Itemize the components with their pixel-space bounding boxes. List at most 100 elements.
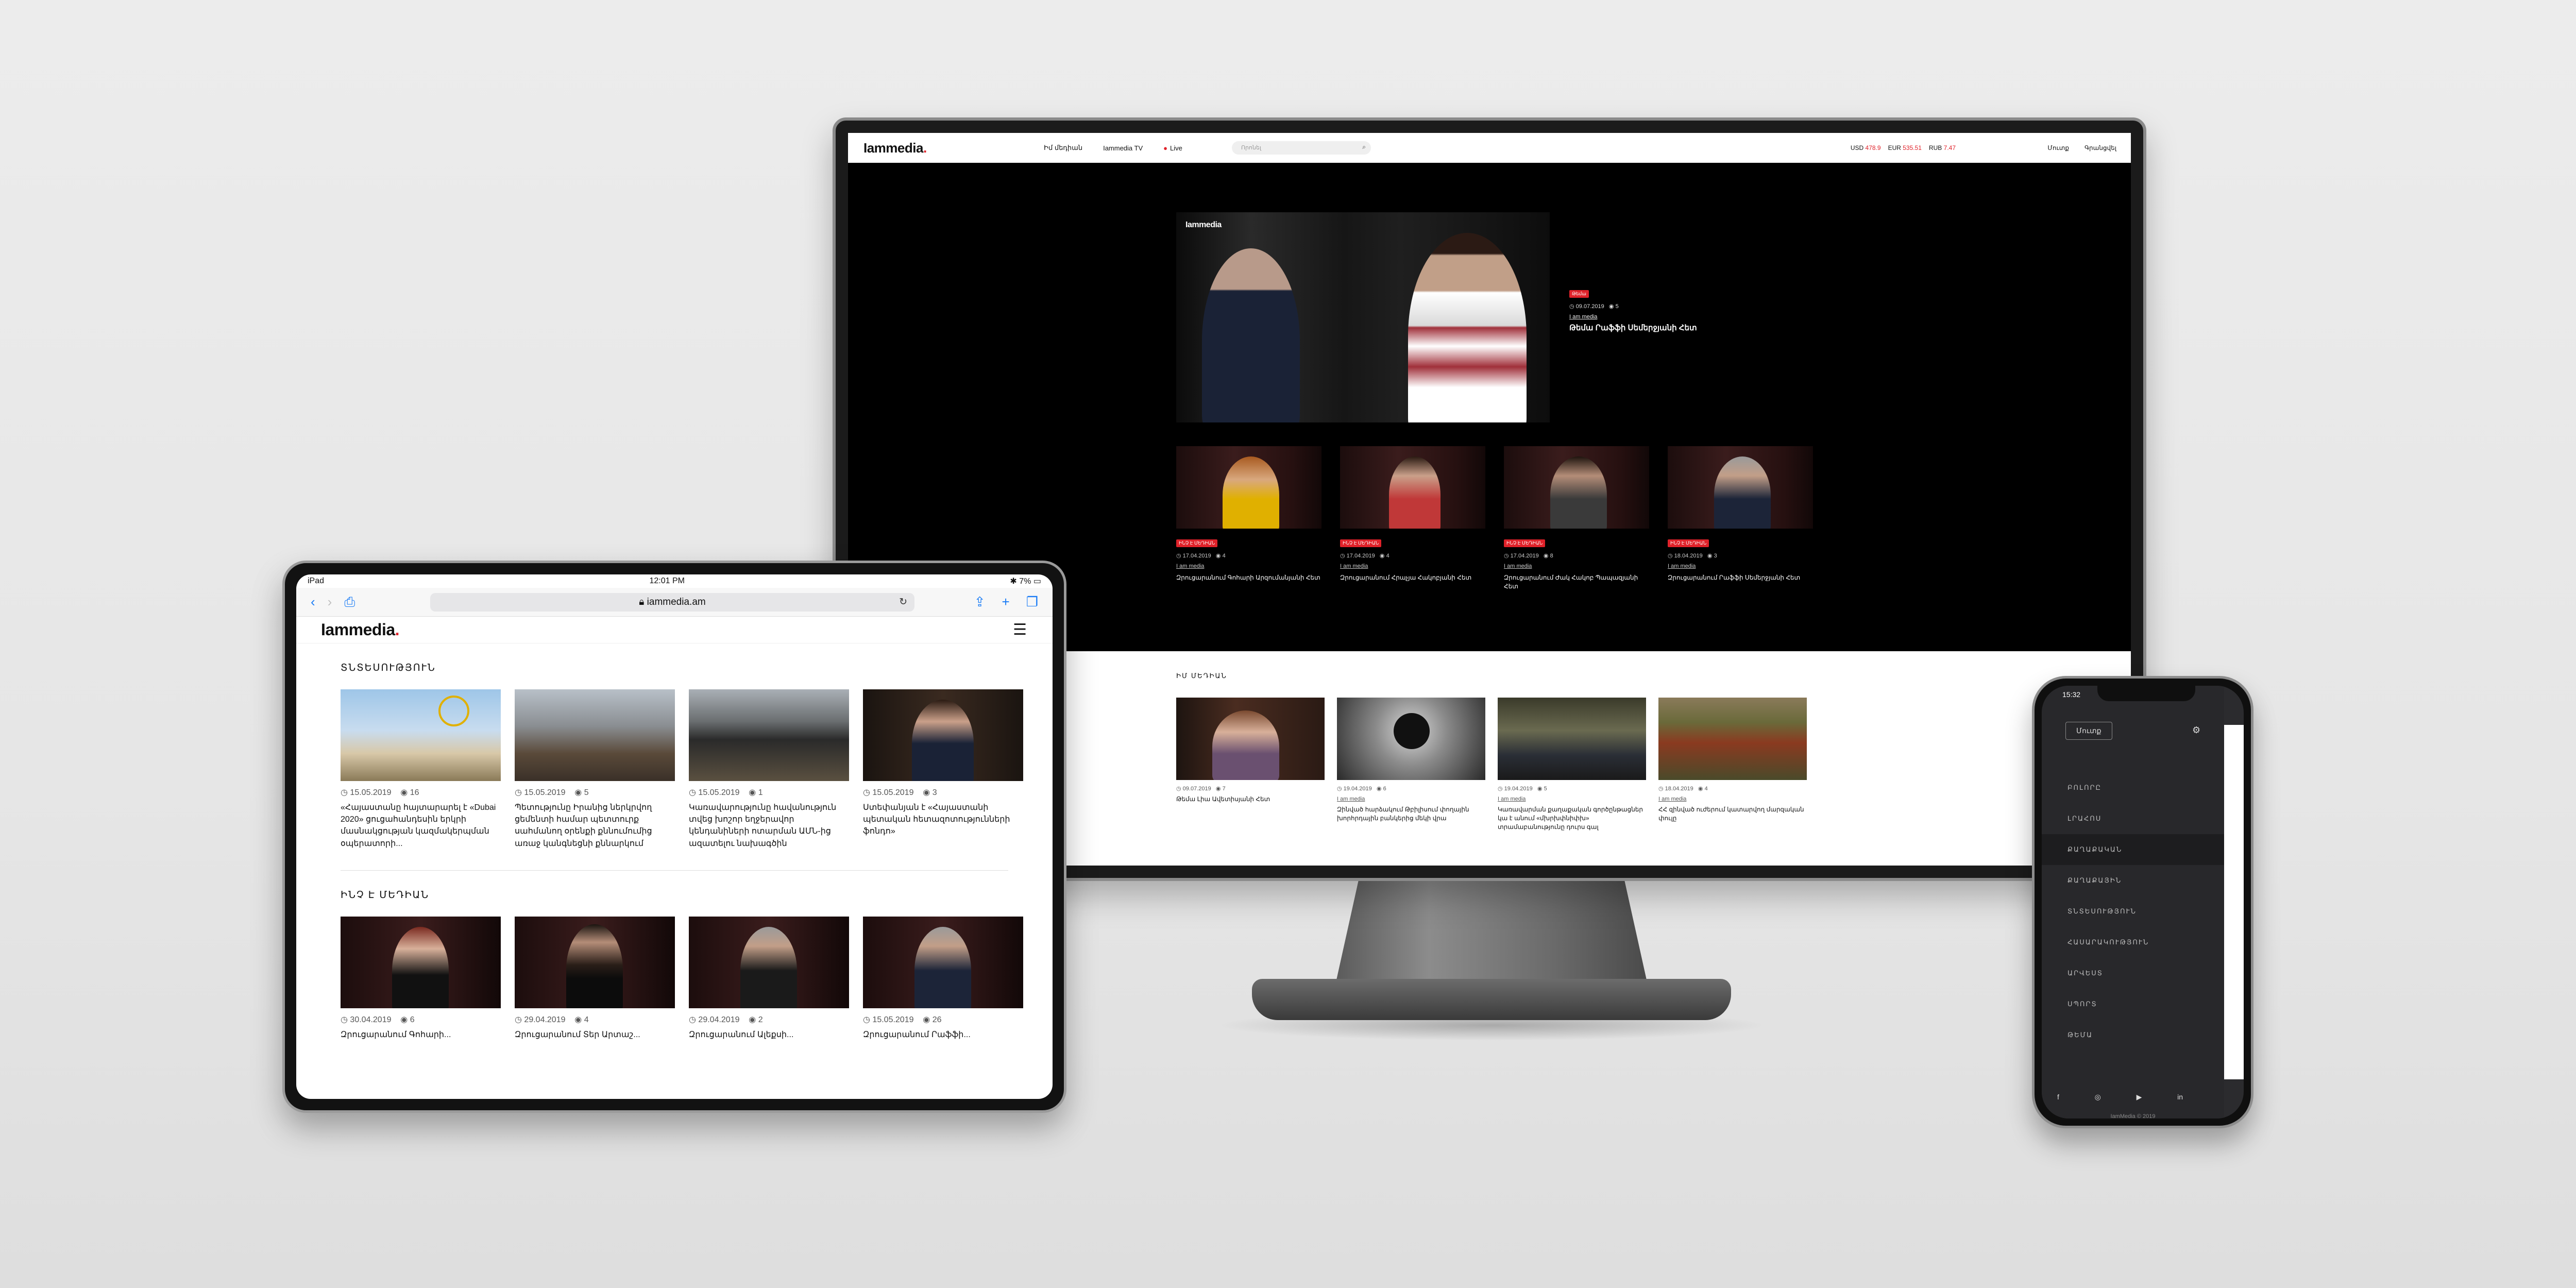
hero-title[interactable]: Թեմա Րաֆֆի Սեմերջյանի Հետ <box>1569 323 1697 332</box>
card-title[interactable]: Զրուցարանում Ժակ Հակոբ Պապազյանի Հետ <box>1504 573 1649 591</box>
card-title[interactable]: Պետությունը Իրանից ներկրվող ցեմենտի համա… <box>515 802 675 850</box>
card-title[interactable]: Ստեփանյան է «Հայաստանի պետական հետազոտու… <box>863 802 1023 838</box>
forward-icon[interactable]: › <box>328 594 332 610</box>
gear-icon[interactable]: ⚙ <box>2192 725 2200 736</box>
video-thumbnail[interactable] <box>1504 446 1649 529</box>
menu-item[interactable]: ՍՊՈՐՏ <box>2042 989 2224 1020</box>
article-thumbnail[interactable] <box>689 689 849 781</box>
login-link[interactable]: Մուտք <box>2047 144 2069 151</box>
card-tag[interactable]: ԻՆՉ Է ՄԵԴԻԱՆ <box>1504 539 1546 547</box>
back-icon[interactable]: ‹ <box>311 594 315 610</box>
card-title[interactable]: Թեմա Լիա Ավետիսյանի Հետ <box>1176 795 1325 804</box>
article-thumbnail[interactable] <box>1658 698 1807 780</box>
section-divider <box>341 870 1008 871</box>
menu-item-active[interactable]: ՔԱՂԱՔԱԿԱՆ <box>2042 834 2224 865</box>
facebook-icon[interactable]: f <box>2057 1093 2059 1101</box>
card-title[interactable]: Զրուցարանում Ալեքսի... <box>689 1029 849 1041</box>
video-card[interactable]: ◷ 30.04.2019 ◉ 6 Զրուցարանում Գոհարի... <box>341 916 501 1041</box>
menu-item[interactable]: ՏՆՏԵՍՈՒԹՅՈՒՆ <box>2042 896 2224 927</box>
card-author[interactable]: I am media <box>1504 563 1649 569</box>
article-card[interactable]: ◷ 15.05.2019 ◉ 16 «Հայաստանը հայտարարել … <box>341 689 501 850</box>
hero-tag[interactable]: Թեմա <box>1569 290 1589 298</box>
share-icon[interactable]: ⇪ <box>974 594 986 610</box>
article-card[interactable]: ◷ 18.04.2019 ◉ 4 I am media ՀՀ զինված ու… <box>1658 698 1807 831</box>
site-logo[interactable]: Iammedia. <box>321 620 400 639</box>
card-title[interactable]: Զրուցարանում Րաֆֆի... <box>863 1029 1023 1041</box>
card-title[interactable]: Զրուցարանում Գոհարի Արզումանյանի Հետ <box>1176 573 1321 582</box>
article-thumbnail[interactable] <box>1337 698 1485 780</box>
card-author[interactable]: I am media <box>1498 796 1646 802</box>
card-title[interactable]: «Հայաստանը հայտարարել է «Dubai 2020» ցու… <box>341 802 501 850</box>
video-thumbnail[interactable] <box>1668 446 1813 529</box>
new-tab-icon[interactable]: + <box>1002 594 1010 610</box>
article-thumbnail[interactable] <box>1176 698 1325 780</box>
register-link[interactable]: Գրանցվել <box>2084 144 2116 151</box>
card-author[interactable]: I am media <box>1337 796 1485 802</box>
page-peek[interactable] <box>2224 725 2244 1079</box>
nav-tv[interactable]: Iammedia TV <box>1103 144 1143 152</box>
card-author[interactable]: I am media <box>1340 563 1485 569</box>
hamburger-menu-icon[interactable]: ☰ <box>2229 724 2239 737</box>
video-card[interactable]: ԻՆՉ Է ՄԵԴԻԱՆ ◷ 17.04.2019 ◉ 4 I am media… <box>1176 446 1321 591</box>
article-thumbnail[interactable] <box>863 689 1023 781</box>
hero-author[interactable]: I am media <box>1569 314 1697 320</box>
article-card[interactable]: ◷ 15.05.2019 ◉ 5 Պետությունը Իրանից ներկ… <box>515 689 675 850</box>
article-thumbnail[interactable] <box>341 689 501 781</box>
tabs-icon[interactable]: ❐ <box>1026 594 1038 610</box>
video-thumbnail[interactable] <box>689 916 849 1008</box>
article-thumbnail[interactable] <box>1498 698 1646 780</box>
site-logo[interactable]: Iammedia. <box>863 140 927 156</box>
nav-live[interactable]: ● Live <box>1163 144 1182 152</box>
card-author[interactable]: I am media <box>1658 796 1807 802</box>
video-thumbnail[interactable] <box>863 916 1023 1008</box>
video-thumbnail[interactable] <box>1340 446 1485 529</box>
card-title[interactable]: Զրուցարանում Րաֆֆի Սեմերջյանի Հետ <box>1668 573 1813 582</box>
card-author[interactable]: I am media <box>1668 563 1813 569</box>
card-tag[interactable]: ԻՆՉ Է ՄԵԴԻԱՆ <box>1668 539 1709 547</box>
reload-icon[interactable]: ↻ <box>899 593 907 612</box>
article-card[interactable]: ◷ 09.07.2019 ◉ 7 Թեմա Լիա Ավետիսյանի Հետ <box>1176 698 1325 831</box>
card-tag[interactable]: ԻՆՉ Է ՄԵԴԻԱՆ <box>1340 539 1382 547</box>
video-card[interactable]: ◷ 29.04.2019 ◉ 2 Զրուցարանում Ալեքսի... <box>689 916 849 1041</box>
article-card[interactable]: ◷ 15.05.2019 ◉ 1 Կառավարությունը հավանու… <box>689 689 849 850</box>
side-menu: 15:32 Մուտք ⚙ ԲՈԼՈՐԸ ԼՐԱՀՈՍ ՔԱՂԱՔԱԿԱՆ ՔԱ… <box>2042 686 2224 1118</box>
menu-item[interactable]: ԲՈԼՈՐԸ <box>2042 772 2224 803</box>
video-card[interactable]: ԻՆՉ Է ՄԵԴԻԱՆ ◷ 17.04.2019 ◉ 8 I am media… <box>1504 446 1649 591</box>
video-thumbnail[interactable] <box>1176 446 1321 529</box>
hero-video-thumbnail[interactable]: Iammedia <box>1176 212 1550 422</box>
menu-item[interactable]: ՔԱՂԱՔԱՅԻՆ <box>2042 865 2224 896</box>
search-icon[interactable]: ⌕ <box>1362 143 1366 151</box>
nav-my-media[interactable]: Իմ մեդիան <box>1044 144 1082 152</box>
hamburger-menu-icon[interactable]: ☰ <box>1013 621 1027 639</box>
menu-item[interactable]: ՀԱՍԱՐԱԿՈՒԹՅՈՒՆ <box>2042 927 2224 958</box>
video-card[interactable]: ◷ 29.04.2019 ◉ 4 Զրուցարանում Տեր Արտաշ.… <box>515 916 675 1041</box>
menu-item[interactable]: ԱՐՎԵՍՏ <box>2042 958 2224 989</box>
menu-item[interactable]: ԼՐԱՀՈՍ <box>2042 803 2224 834</box>
card-title[interactable]: Զրուցարանում Տեր Արտաշ... <box>515 1029 675 1041</box>
menu-item[interactable]: ԹԵՄԱ <box>2042 1020 2224 1050</box>
address-bar[interactable]: 🔒︎ iammedia.am ↻ <box>430 593 914 612</box>
card-title[interactable]: ՀՀ զինված ուժերում կատարվող մարզական փու… <box>1658 805 1807 823</box>
login-button[interactable]: Մուտք <box>2065 722 2112 740</box>
card-author[interactable]: I am media <box>1176 563 1321 569</box>
video-card[interactable]: ◷ 15.05.2019 ◉ 26 Զրուցարանում Րաֆֆի... <box>863 916 1023 1041</box>
search-input[interactable]: Որոնել ⌕ <box>1232 141 1371 155</box>
card-title[interactable]: Զրուցարանում Հրաչյա Հակոբյանի Հետ <box>1340 573 1485 582</box>
bookmarks-icon[interactable]: ⎙ <box>344 594 355 611</box>
article-card[interactable]: ◷ 15.05.2019 ◉ 3 Ստեփանյան է «Հայաստանի … <box>863 689 1023 850</box>
card-title[interactable]: Կառավարման քաղաքական գործընթացներ կա է ա… <box>1498 805 1646 831</box>
video-thumbnail[interactable] <box>341 916 501 1008</box>
card-title[interactable]: Կառավարությունը հավանություն տվեց խոշոր … <box>689 802 849 850</box>
article-card[interactable]: ◷ 19.04.2019 ◉ 6 I am media Զինված հարձա… <box>1337 698 1485 831</box>
video-card[interactable]: ԻՆՉ Է ՄԵԴԻԱՆ ◷ 17.04.2019 ◉ 4 I am media… <box>1340 446 1485 591</box>
linkedin-icon[interactable]: in <box>2177 1093 2183 1101</box>
card-title[interactable]: Զինված հարձակում Թբիլիսում փողային խորհր… <box>1337 805 1485 823</box>
video-thumbnail[interactable] <box>515 916 675 1008</box>
article-card[interactable]: ◷ 19.04.2019 ◉ 5 I am media Կառավարման ք… <box>1498 698 1646 831</box>
article-thumbnail[interactable] <box>515 689 675 781</box>
card-title[interactable]: Զրուցարանում Գոհարի... <box>341 1029 501 1041</box>
youtube-icon[interactable]: ▶ <box>2137 1093 2142 1101</box>
video-card[interactable]: ԻՆՉ Է ՄԵԴԻԱՆ ◷ 18.04.2019 ◉ 3 I am media… <box>1668 446 1813 591</box>
card-tag[interactable]: ԻՆՉ Է ՄԵԴԻԱՆ <box>1176 539 1218 547</box>
instagram-icon[interactable]: ◎ <box>2095 1093 2101 1101</box>
